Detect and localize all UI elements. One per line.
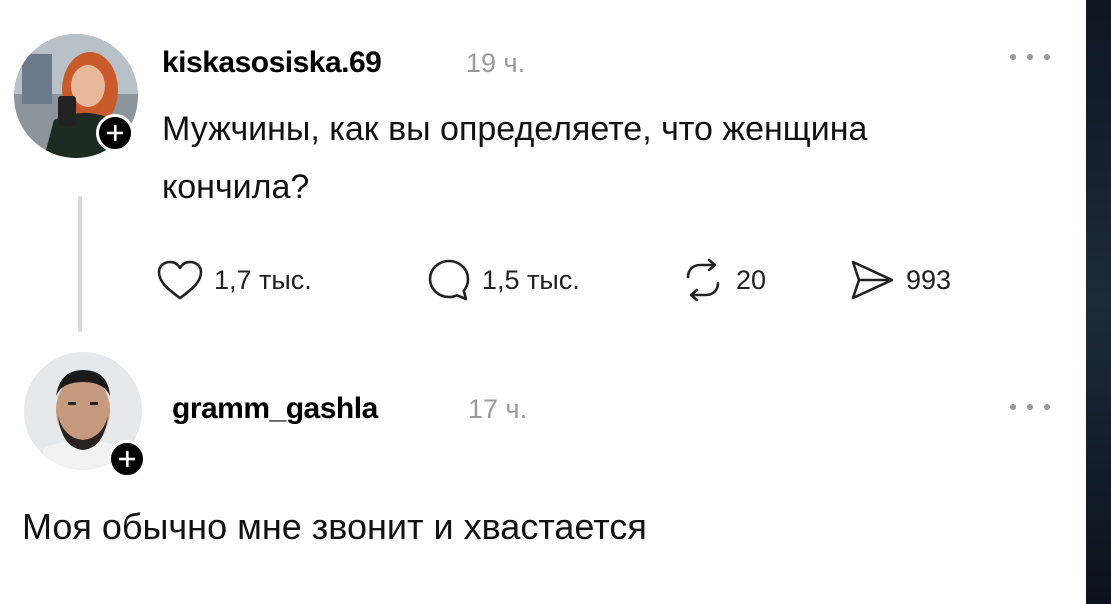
reply-username[interactable]: gramm_gashla [172,392,378,426]
follow-button[interactable] [96,114,134,152]
dark-background-edge [1082,0,1111,604]
comment-button[interactable]: 1,5 тыс. [426,256,580,304]
like-button[interactable]: 1,7 тыс. [156,256,312,304]
more-dots-icon[interactable] [1010,52,1050,62]
repost-count: 20 [736,264,767,295]
post-time: 19 ч. [466,48,526,78]
plus-icon [119,451,135,467]
comment-count: 1,5 тыс. [482,264,580,295]
more-dots-icon[interactable] [1010,402,1050,412]
post-username[interactable]: kiskasosiska.69 [162,46,382,80]
reply-time: 17 ч. [468,394,528,424]
send-icon [851,260,894,300]
heart-icon [157,260,203,300]
share-button[interactable]: 993 [848,256,951,304]
follow-button[interactable] [108,440,146,478]
share-count: 993 [906,264,952,295]
speech-bubble-icon [428,259,470,301]
plus-icon [107,125,123,141]
repost-button[interactable]: 20 [680,256,766,304]
reply-text: Моя обычно мне звонит и хвастается [22,506,647,547]
post-text-line-1: Мужчины, как вы определяете, что женщина [162,110,868,148]
threads-card: kiskasosiska.69 19 ч. Мужчины, как вы оп… [0,0,1086,604]
repost-icon [686,258,720,302]
thread-connector-line [78,196,82,332]
post-text-line-2: кончила? [162,168,310,206]
like-count: 1,7 тыс. [214,264,312,295]
